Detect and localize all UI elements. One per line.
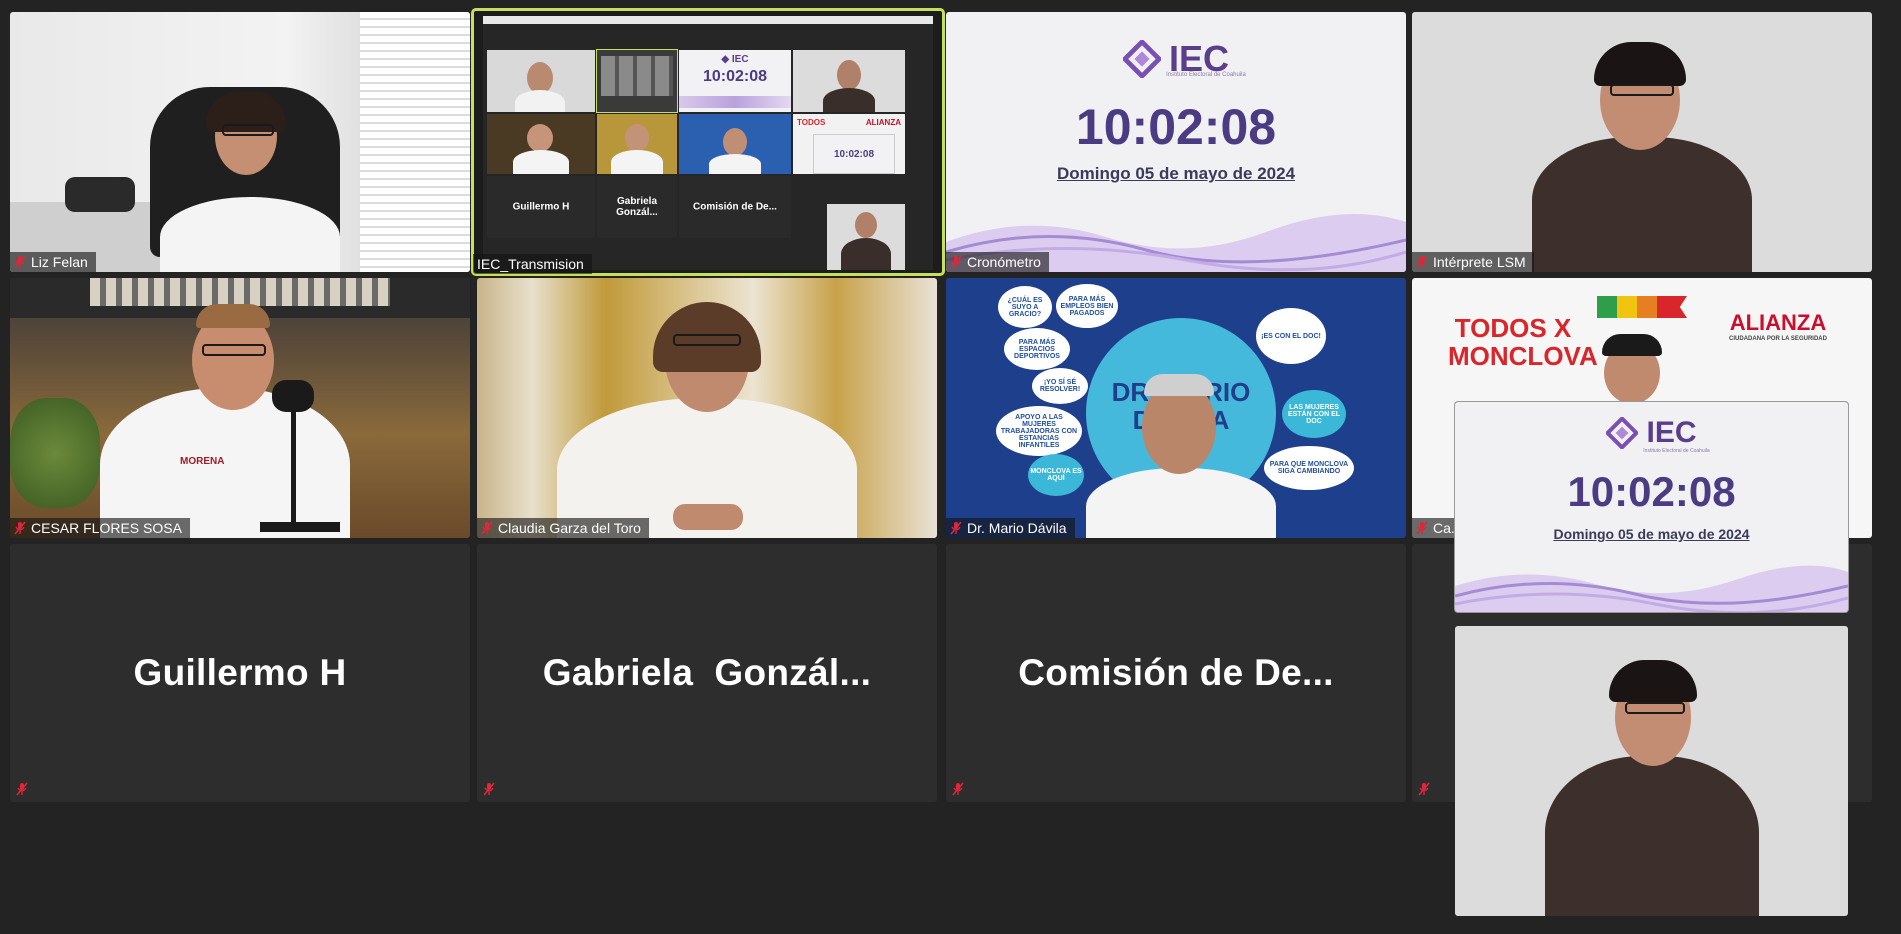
mic-muted-icon [950, 255, 962, 269]
clock-time: 10:02:08 [1075, 99, 1277, 155]
campaign-bubble: ¡YO SÍ SÉ RESOLVER! [1032, 368, 1088, 404]
campaign-bubble: PARA QUE MONCLOVA SIGA CAMBIANDO [1264, 446, 1354, 490]
video-tile-iec-transmision[interactable]: ◆ IEC 10:02:08 TODOS ALIANZA 10:02:08 Gu… [471, 8, 945, 276]
clock-date: Domingo 05 de mayo de 2024 [1056, 164, 1296, 183]
participant-name: Claudia Garza del Toro [498, 520, 641, 536]
participant-name-tag: Intérprete LSM [1412, 252, 1534, 272]
participant-name: IEC_Transmision [477, 256, 584, 272]
pip-iec-clock[interactable]: IEC Instituto Electoral de Coahuila 10:0… [1455, 402, 1848, 612]
shared-screen-content: ◆ IEC 10:02:08 TODOS ALIANZA 10:02:08 Gu… [473, 10, 943, 274]
mic-muted-icon [952, 782, 964, 796]
participant-name: Guillermo H [133, 652, 347, 693]
video-tile-gabriela-gonzalez[interactable]: Gabriela Gonzál... [477, 544, 937, 802]
alianza-logo: ALIANZA [1729, 310, 1827, 335]
participant-name: Dr. Mario Dávila [967, 520, 1067, 536]
shirt-logo: MORENA [180, 456, 225, 467]
camera-feed [10, 12, 470, 272]
mic-muted-icon [481, 521, 493, 535]
mini-tile-name: Guillermo H [512, 201, 570, 213]
participant-name: Liz Felan [31, 254, 88, 270]
mic-muted-icon [1416, 521, 1428, 535]
video-tile-cesar-flores-sosa[interactable]: MORENA CESAR FLORES SOSA [10, 278, 470, 538]
iec-clock-slide: IEC Instituto Electoral de Coahuila 10:0… [1455, 402, 1848, 612]
video-tile-mario-davila[interactable]: DR. MARIO DÁVILA ¿CUÁL ES SUYO A GRACIO?… [946, 278, 1406, 538]
alianza-subtitle: CIUDADANA POR LA SEGURIDAD [1729, 336, 1827, 342]
participant-name-tag: Cronómetro [946, 252, 1049, 272]
mic-muted-icon [950, 521, 962, 535]
campaign-bubble: PARA MÁS ESPACIOS DEPORTIVOS [1004, 328, 1070, 370]
participant-name-tag: Liz Felan [10, 252, 96, 272]
todos-monclova-logo: TODOS X MONCLOVA [1448, 313, 1598, 371]
campaign-bubble: MONCLOVA ES AQUÍ [1028, 454, 1084, 496]
video-tile-cronometro[interactable]: IEC Instituto Electoral de Coahuila 10:0… [946, 12, 1406, 272]
mic-muted-icon [483, 782, 495, 796]
participant-name: Comisión de De... [1018, 652, 1334, 693]
video-tile-liz-felan[interactable]: Liz Felan [10, 12, 470, 272]
video-tile-comision[interactable]: Comisión de De... [946, 544, 1406, 802]
campaign-bubble: PARA MÁS EMPLEOS BIEN PAGADOS [1056, 284, 1118, 328]
mini-tile-name: Gabriela Gonzál... [616, 196, 658, 218]
campaign-bubble: ¿CUÁL ES SUYO A GRACIO? [998, 286, 1052, 328]
iec-clock-slide: IEC Instituto Electoral de Coahuila 10:0… [946, 12, 1406, 272]
video-tile-claudia-garza[interactable]: Claudia Garza del Toro [477, 278, 937, 538]
decorative-wave [1455, 565, 1848, 612]
video-tile-interprete-lsm[interactable]: Intérprete LSM [1412, 12, 1872, 272]
campaign-bubble: LAS MUJERES ESTÁN CON EL DOC [1282, 390, 1346, 438]
pip-interpreter[interactable] [1455, 626, 1848, 916]
mini-clock: 10:02:08 [702, 68, 768, 85]
campaign-bubble: APOYO A LAS MUJERES TRABAJADORAS CON EST… [996, 406, 1082, 456]
participant-name: Intérprete LSM [1433, 254, 1526, 270]
participant-name-tag: Claudia Garza del Toro [477, 518, 649, 538]
clock-date: Domingo 05 de mayo de 2024 [1553, 526, 1750, 542]
participant-name: Cronómetro [967, 254, 1041, 270]
camera-feed: DR. MARIO DÁVILA ¿CUÁL ES SUYO A GRACIO?… [946, 278, 1406, 538]
mic-muted-icon [14, 255, 26, 269]
iec-logo-subtitle: Instituto Electoral de Coahuila [1643, 448, 1710, 454]
iec-logo-icon [1606, 417, 1639, 449]
camera-feed: MORENA [10, 278, 470, 538]
video-tile-guillermo-h[interactable]: Guillermo H [10, 544, 470, 802]
mic-muted-icon [1416, 255, 1428, 269]
clock-time: 10:02:08 [1567, 468, 1736, 515]
mic-muted-icon [1418, 782, 1430, 796]
participant-name-tag: IEC_Transmision [473, 254, 592, 274]
participant-name: CESAR FLORES SOSA [31, 520, 182, 536]
mic-muted-icon [14, 521, 26, 535]
participant-name-tag: Dr. Mario Dávila [946, 518, 1075, 538]
iec-logo-text: IEC [1646, 416, 1697, 449]
camera-feed [1412, 12, 1872, 272]
camera-feed [1455, 626, 1848, 916]
mini-tile-name: Comisión de De... [693, 201, 777, 213]
mic-muted-icon [16, 782, 28, 796]
participant-name-tag: CESAR FLORES SOSA [10, 518, 190, 538]
camera-feed [477, 278, 937, 538]
iec-logo-subtitle: Instituto Electoral de Coahuila [1166, 72, 1246, 78]
campaign-bubble: ¡ES CON EL DOC! [1256, 308, 1326, 364]
participant-name: Gabriela Gonzál... [542, 652, 872, 693]
